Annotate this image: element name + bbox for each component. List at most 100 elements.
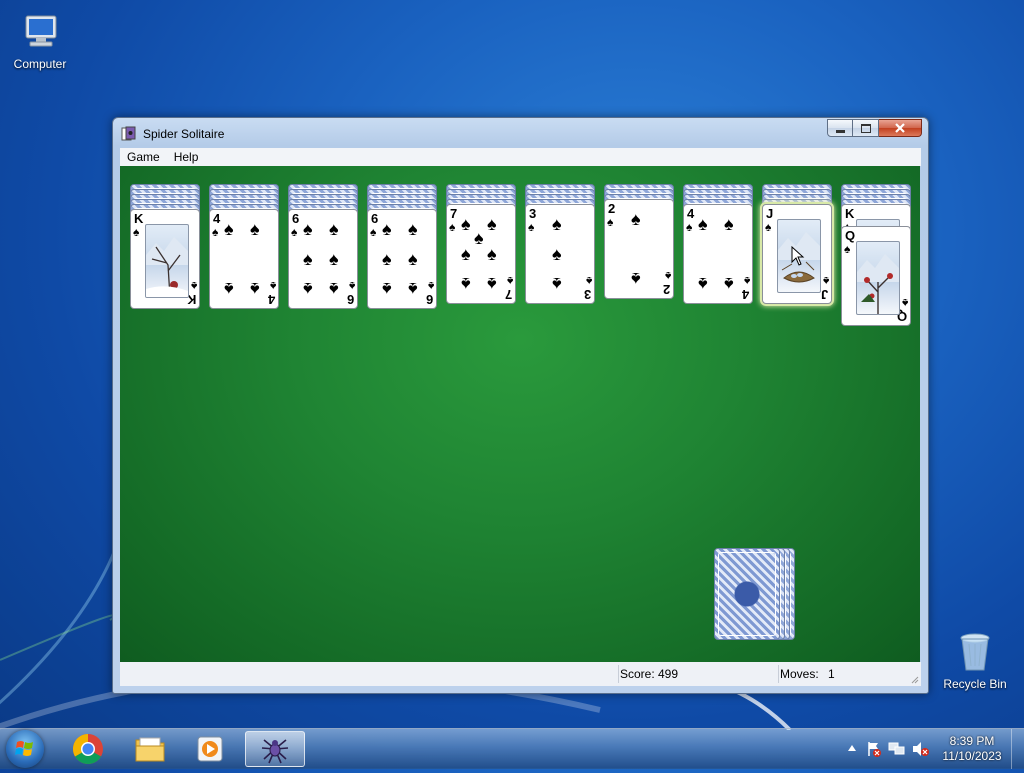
king-artwork [145, 224, 189, 298]
card-suit-spade-icon: ♠ [506, 274, 513, 288]
spade-pip-icon: ♠ [382, 279, 392, 299]
spade-pip-icon: ♠ [631, 209, 641, 229]
game-board[interactable]: K ♠ K ♠ 4 ♠ 4 ♠ ♠ ♠ ♠ ♠ 6 ♠ 6 ♠ ♠ ♠ ♠ ♠ ♠ ♠ 6 ♠ 6 ♠ ♠ ♠ ♠ ♠ ♠ ♠ 7 ♠ 7 ♠ ♠ ♠ ♠ ♠… [120, 166, 920, 662]
card-rank: 4 [213, 211, 221, 226]
show-desktop-button[interactable] [1011, 729, 1024, 769]
network-icon[interactable] [888, 741, 906, 757]
maximize-button[interactable] [853, 119, 879, 137]
close-icon [895, 123, 905, 133]
playing-card-3-of-spades[interactable]: 3 ♠ 3 ♠ ♠ ♠ ♠ [525, 204, 595, 304]
desktop-icon-computer[interactable]: Computer [0, 10, 80, 71]
taskbar: 8:39 PM 11/10/2023 [0, 728, 1024, 769]
card-rank: 2 [608, 201, 616, 216]
spade-pip-icon: ♠ [329, 249, 339, 269]
card-rank-bottom: 6 [346, 292, 354, 307]
card-rank-bottom: 2 [662, 282, 670, 297]
card-suit-spade-icon: ♠ [686, 220, 693, 234]
spade-pip-icon: ♠ [250, 219, 260, 239]
spade-pip-icon: ♠ [382, 219, 392, 239]
card-rank: 7 [450, 206, 458, 221]
playing-card-4-of-spades[interactable]: 4 ♠ 4 ♠ ♠ ♠ ♠ ♠ [209, 209, 279, 309]
spade-pip-icon: ♠ [224, 219, 234, 239]
card-suit-spade-icon: ♠ [607, 215, 614, 229]
card-rank: J [766, 206, 774, 221]
playing-card-7-of-spades[interactable]: 7 ♠ 7 ♠ ♠ ♠ ♠ ♠ ♠ ♠ ♠ [446, 204, 516, 304]
card-rank: K [845, 206, 855, 221]
spade-pip-icon: ♠ [552, 244, 562, 264]
show-hidden-icons-icon[interactable] [848, 745, 856, 751]
menu-help[interactable]: Help [167, 150, 206, 164]
spade-pip-icon: ♠ [461, 244, 471, 264]
card-suit-spade-icon: ♠ [370, 225, 377, 239]
resize-grip-icon[interactable] [909, 674, 919, 684]
start-button[interactable] [6, 730, 44, 768]
spade-pip-icon: ♠ [552, 274, 562, 294]
card-suit-spade-icon: ♠ [585, 274, 592, 288]
card-suit-spade-icon: ♠ [269, 279, 276, 293]
minimize-button[interactable] [827, 119, 853, 137]
playing-card-2-of-spades[interactable]: 2 ♠ 2 ♠ ♠ ♠ [604, 199, 674, 299]
spade-pip-icon: ♠ [461, 214, 471, 234]
clock[interactable]: 8:39 PM 11/10/2023 [940, 734, 1004, 764]
playing-card-Q-of-spades[interactable]: Q ♠ Q ♠ [841, 226, 911, 326]
spade-pip-icon: ♠ [487, 274, 497, 294]
spade-pip-icon: ♠ [487, 214, 497, 234]
spade-pip-icon: ♠ [474, 228, 484, 248]
taskbar-media-player-button[interactable] [182, 731, 238, 767]
close-button[interactable] [879, 119, 922, 137]
menu-game[interactable]: Game [120, 150, 167, 164]
title-bar[interactable]: Spider Solitaire [113, 118, 928, 148]
card-rank: 4 [687, 206, 695, 221]
spade-pip-icon: ♠ [487, 244, 497, 264]
taskbar-chrome-button[interactable] [60, 731, 116, 767]
playing-card-6-of-spades[interactable]: 6 ♠ 6 ♠ ♠ ♠ ♠ ♠ ♠ ♠ [367, 209, 437, 309]
action-center-flag-icon[interactable] [866, 741, 882, 757]
card-rank: 6 [371, 211, 379, 226]
spade-pip-icon: ♠ [631, 269, 641, 289]
volume-muted-icon[interactable] [912, 741, 930, 757]
spade-pip-icon: ♠ [698, 274, 708, 294]
spade-pip-icon: ♠ [408, 279, 418, 299]
card-rank-bottom: 4 [267, 292, 275, 307]
window-title: Spider Solitaire [143, 127, 225, 141]
card-rank: 3 [529, 206, 537, 221]
card-suit-spade-icon: ♠ [901, 296, 908, 310]
playing-card-K-of-spades[interactable]: K♠K♠ [130, 209, 200, 309]
folder-icon [135, 737, 165, 762]
card-suit-spade-icon: ♠ [528, 220, 535, 234]
card-suit-spade-icon: ♠ [743, 274, 750, 288]
stock-card-back [714, 548, 780, 640]
spade-pip-icon: ♠ [329, 279, 339, 299]
status-bar: Score: 499 Moves: 1 [120, 662, 921, 686]
system-tray: 8:39 PM 11/10/2023 [844, 729, 1024, 769]
minimize-icon [835, 129, 845, 133]
spade-pip-icon: ♠ [329, 219, 339, 239]
spade-pip-icon: ♠ [408, 249, 418, 269]
card-suit-spade-icon: ♠ [664, 269, 671, 283]
card-rank-bottom: 3 [583, 287, 591, 302]
card-rank-bottom: 6 [425, 292, 433, 307]
card-suit-spade-icon: ♠ [190, 279, 197, 293]
spade-pip-icon: ♠ [724, 274, 734, 294]
taskbar-explorer-button[interactable] [122, 731, 178, 767]
taskbar-spider-solitaire-button[interactable] [245, 731, 305, 767]
spade-pip-icon: ♠ [724, 214, 734, 234]
card-rank-bottom: 4 [741, 287, 749, 302]
spade-pip-icon: ♠ [408, 219, 418, 239]
spade-pip-icon: ♠ [303, 249, 313, 269]
playing-card-4-of-spades[interactable]: 4 ♠ 4 ♠ ♠ ♠ ♠ ♠ [683, 204, 753, 304]
card-rank-bottom: J [820, 287, 828, 302]
card-suit-spade-icon: ♠ [133, 225, 140, 239]
spade-pip-icon: ♠ [382, 249, 392, 269]
moves-label: Moves: [780, 667, 819, 681]
card-suit-spade-icon: ♠ [822, 274, 829, 288]
spider-icon [261, 739, 289, 764]
maximize-icon [860, 123, 871, 133]
card-rank-bottom: 7 [504, 287, 512, 302]
spade-pip-icon: ♠ [698, 214, 708, 234]
playing-card-6-of-spades[interactable]: 6 ♠ 6 ♠ ♠ ♠ ♠ ♠ ♠ ♠ [288, 209, 358, 309]
desktop-icon-recycle-bin[interactable]: Recycle Bin [935, 630, 1015, 691]
card-suit-spade-icon: ♠ [765, 220, 772, 234]
desktop-icon-label: Computer [13, 57, 67, 71]
card-suit-spade-icon: ♠ [212, 225, 219, 239]
